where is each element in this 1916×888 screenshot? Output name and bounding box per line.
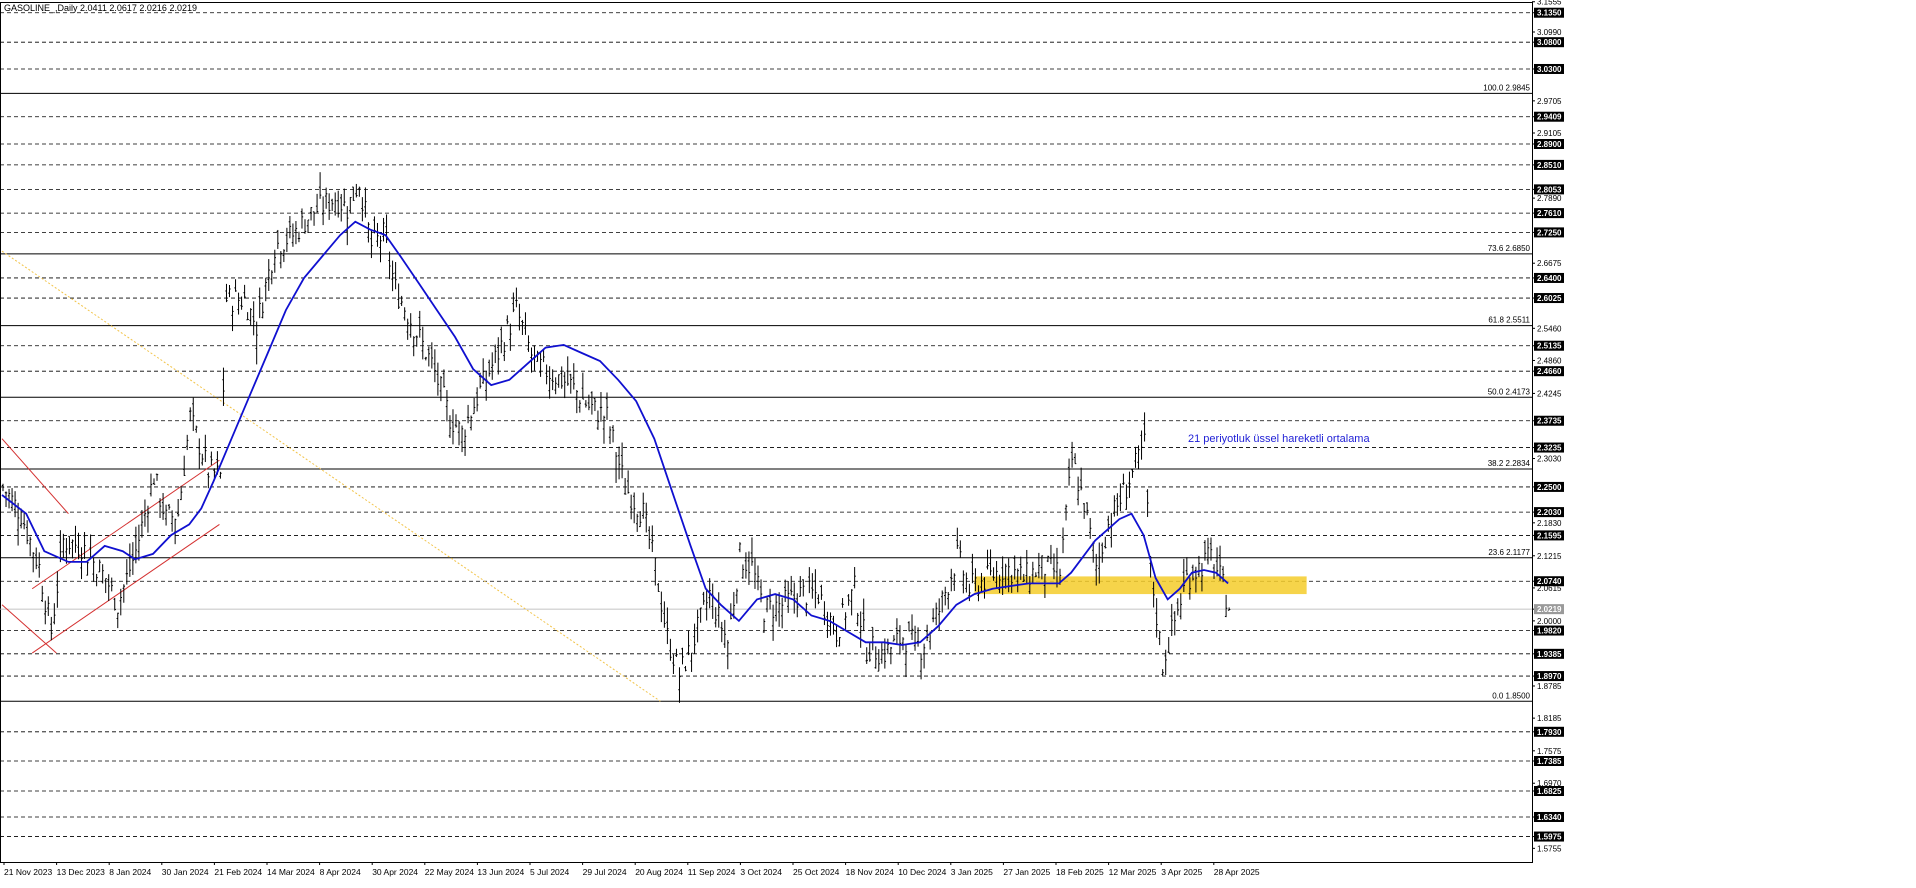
price-level-label: 2.8510	[1537, 161, 1562, 170]
price-level-label: 2.2500	[1537, 483, 1562, 492]
price-level-label: 1.9820	[1537, 627, 1562, 636]
price-tick-label: 2.7890	[1537, 194, 1562, 203]
date-tick-label: 27 Jan 2025	[1003, 867, 1050, 877]
price-tick-label: 2.0615	[1537, 584, 1562, 593]
price-tick-label: 2.0000	[1537, 617, 1562, 626]
price-level-label: 2.8053	[1537, 185, 1562, 194]
date-tick-label: 25 Oct 2024	[793, 867, 840, 877]
price-level-label: 1.9385	[1537, 650, 1562, 659]
price-level-label: 1.7385	[1537, 757, 1562, 766]
price-level-label: 1.6825	[1537, 787, 1562, 796]
support-zone	[974, 576, 1307, 595]
fib-level-label: 23.6 2.1177	[1488, 548, 1530, 557]
price-tick-label: 2.3030	[1537, 455, 1562, 464]
fib-level-label: 100.0 2.9845	[1483, 83, 1530, 92]
date-tick-label: 30 Jan 2024	[162, 867, 209, 877]
price-tick-label: 1.8185	[1537, 714, 1562, 723]
date-tick-label: 20 Aug 2024	[635, 867, 683, 877]
price-level-label: 2.2030	[1537, 508, 1562, 517]
price-level-label: 1.7930	[1537, 728, 1562, 737]
price-tick-label: 2.4860	[1537, 356, 1562, 365]
date-tick-label: 11 Sep 2024	[688, 867, 736, 877]
price-tick-label: 2.1830	[1537, 519, 1562, 528]
price-level-label: 2.3235	[1537, 444, 1562, 453]
price-tick-label: 2.5460	[1537, 324, 1562, 333]
date-tick-label: 12 Mar 2025	[1109, 867, 1157, 877]
price-level-label: 2.6025	[1537, 294, 1562, 303]
date-tick-label: 18 Nov 2024	[846, 867, 894, 877]
price-tick-label: 1.5755	[1537, 844, 1562, 853]
date-tick-label: 14 Mar 2024	[267, 867, 315, 877]
chart-title: GASOLINE_,Daily 2.0411 2.0617 2.0216 2.0…	[4, 3, 197, 13]
price-level-label: 3.0300	[1537, 65, 1562, 74]
price-level-label: 2.5135	[1537, 342, 1562, 351]
price-level-label: 2.9409	[1537, 113, 1562, 122]
date-tick-label: 5 Jul 2024	[530, 867, 569, 877]
fib-level-label: 50.0 2.4173	[1488, 387, 1531, 396]
price-tick-label: 2.1215	[1537, 552, 1562, 561]
price-level-label: 2.3735	[1537, 417, 1562, 426]
price-level-label: 2.8900	[1537, 140, 1562, 149]
price-level-label: 2.1595	[1537, 531, 1562, 540]
date-tick-label: 30 Apr 2024	[372, 867, 418, 877]
price-tick-label: 2.6675	[1537, 259, 1562, 268]
price-level-label: 1.6340	[1537, 813, 1562, 822]
date-tick-label: 22 May 2024	[425, 867, 474, 877]
date-tick-label: 3 Jan 2025	[951, 867, 993, 877]
price-level-label: 2.7250	[1537, 228, 1562, 237]
price-level-label: 2.7610	[1537, 209, 1562, 218]
price-tick-label: 3.1555	[1537, 0, 1562, 7]
date-tick-label: 8 Apr 2024	[320, 867, 361, 877]
chart-background	[0, 0, 1916, 888]
price-level-label: 2.6400	[1537, 274, 1562, 283]
price-tick-label: 2.9705	[1537, 97, 1562, 106]
ema-annotation: 21 periyotluk üssel hareketli ortalama	[1188, 433, 1370, 445]
price-tick-label: 2.9105	[1537, 129, 1562, 138]
price-tick-label: 2.4245	[1537, 389, 1562, 398]
date-tick-label: 18 Feb 2025	[1056, 867, 1104, 877]
price-tick-label: 3.0990	[1537, 28, 1562, 37]
price-tick-label: 1.7575	[1537, 747, 1562, 756]
date-tick-label: 3 Apr 2025	[1161, 867, 1202, 877]
fib-level-label: 73.6 2.6850	[1488, 244, 1531, 253]
fib-level-label: 38.2 2.2834	[1488, 459, 1531, 468]
date-tick-label: 21 Nov 2023	[4, 867, 52, 877]
date-tick-label: 3 Oct 2024	[740, 867, 782, 877]
date-tick-label: 13 Jun 2024	[477, 867, 524, 877]
date-tick-label: 29 Jul 2024	[583, 867, 627, 877]
price-tick-label: 1.8785	[1537, 682, 1562, 691]
date-tick-label: 28 Apr 2025	[1214, 867, 1260, 877]
fib-level-label: 61.8 2.5511	[1488, 316, 1530, 325]
price-chart[interactable]: 100.0 2.9845 73.6 2.6850 61.8 2.5511 50.0 2…	[0, 0, 1916, 888]
price-level-label: 1.8970	[1537, 672, 1562, 681]
price-level-label: 2.4660	[1537, 367, 1562, 376]
date-tick-label: 13 Dec 2023	[57, 867, 105, 877]
price-level-label: 1.5975	[1537, 833, 1562, 842]
fib-level-label: 0.0 1.8500	[1492, 691, 1530, 700]
date-tick-label: 21 Feb 2024	[214, 867, 262, 877]
date-tick-label: 10 Dec 2024	[898, 867, 946, 877]
price-level-label: 3.1350	[1537, 9, 1562, 18]
price-level-label: 3.0800	[1537, 38, 1562, 47]
current-price-label: 2.0219	[1537, 605, 1562, 614]
date-tick-label: 8 Jan 2024	[109, 867, 151, 877]
